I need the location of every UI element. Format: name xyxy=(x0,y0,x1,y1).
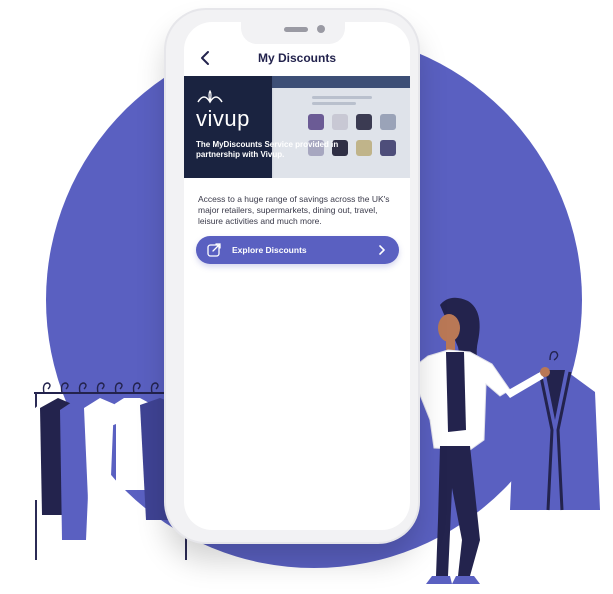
phone-camera xyxy=(317,25,325,33)
chevron-left-icon[interactable] xyxy=(196,48,216,68)
clothes-rack xyxy=(22,382,190,560)
vivup-logo-text: vivup xyxy=(196,106,250,131)
discounts-description: Access to a huge range of savings across… xyxy=(198,194,390,226)
external-link-icon xyxy=(207,243,221,257)
chevron-right-icon xyxy=(379,245,385,255)
vivup-logo-icon xyxy=(197,90,223,104)
explore-discounts-button[interactable]: Explore Discounts xyxy=(196,236,399,264)
hero-caption: The MyDiscounts Service provided in part… xyxy=(196,140,339,159)
page-title: My Discounts xyxy=(257,51,336,65)
hero-banner: vivup The MyDiscounts Service provided i… xyxy=(184,76,410,178)
nav-bar: My Discounts xyxy=(184,44,410,72)
phone-speaker xyxy=(284,27,308,32)
website-screenshot xyxy=(272,76,410,178)
explore-discounts-label: Explore Discounts xyxy=(232,245,307,255)
